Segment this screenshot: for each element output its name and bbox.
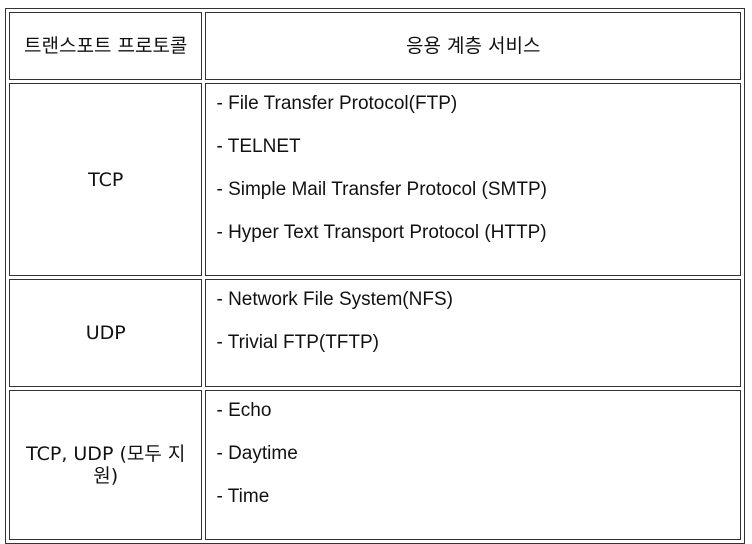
table-row-udp: UDP - Network File System(NFS) - Trivial… <box>9 279 741 387</box>
service-item: - Daytime <box>216 443 298 464</box>
protocol-cell-tcp: TCP <box>9 83 203 276</box>
service-item: - Time <box>216 486 270 507</box>
service-item: - File Transfer Protocol(FTP) <box>216 93 458 114</box>
table-row-tcp: TCP - File Transfer Protocol(FTP) - TELN… <box>9 83 741 276</box>
service-item: - Echo <box>216 400 272 421</box>
header-application-services-label: 응용 계층 서비스 <box>406 35 541 57</box>
protocol-label: TCP <box>88 168 124 191</box>
protocol-label: TCP, UDP (모두 지원) <box>26 443 186 487</box>
protocol-services-table: 트랜스포트 프로토콜 응용 계층 서비스 TCP - File Transfer… <box>5 8 745 544</box>
services-cell-tcp-udp: - Echo - Daytime - Time <box>205 390 741 540</box>
protocol-label: UDP <box>85 322 126 344</box>
table-header-row: 트랜스포트 프로토콜 응용 계층 서비스 <box>9 12 741 80</box>
services-cell-udp: - Network File System(NFS) - Trivial FTP… <box>205 279 741 387</box>
page: 트랜스포트 프로토콜 응용 계층 서비스 TCP - File Transfer… <box>0 0 752 544</box>
service-item: - Simple Mail Transfer Protocol (SMTP) <box>216 179 547 200</box>
table-row-tcp-udp: TCP, UDP (모두 지원) - Echo - Daytime - Time <box>9 390 741 540</box>
header-transport-protocol-label: 트랜스포트 프로토콜 <box>24 35 188 57</box>
header-application-services: 응용 계층 서비스 <box>205 12 741 80</box>
protocol-cell-udp: UDP <box>9 279 203 387</box>
header-transport-protocol: 트랜스포트 프로토콜 <box>9 12 203 80</box>
protocol-cell-tcp-udp: TCP, UDP (모두 지원) <box>9 390 203 540</box>
service-item: - Network File System(NFS) <box>216 289 453 310</box>
services-cell-tcp: - File Transfer Protocol(FTP) - TELNET -… <box>205 83 741 276</box>
service-item: - Hyper Text Transport Protocol (HTTP) <box>216 222 547 243</box>
service-item: - TELNET <box>216 136 301 157</box>
service-item: - Trivial FTP(TFTP) <box>216 332 380 353</box>
